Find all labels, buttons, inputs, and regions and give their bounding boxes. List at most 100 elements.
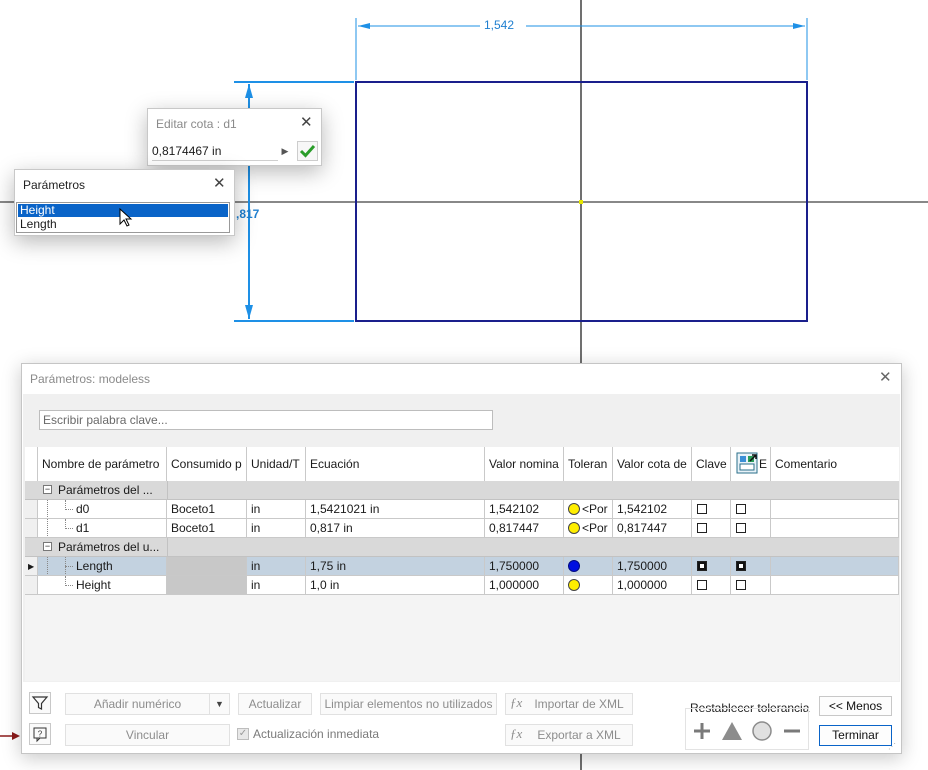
group-label: Parámetros del u... xyxy=(58,540,160,554)
comment-cell[interactable] xyxy=(771,519,899,538)
tolerance-upper-button[interactable] xyxy=(690,719,714,743)
close-icon[interactable]: ✕ xyxy=(879,370,892,385)
collapse-icon[interactable]: − xyxy=(43,542,52,551)
key-checkbox[interactable] xyxy=(697,523,707,533)
unit-cell[interactable]: in xyxy=(247,576,306,595)
plus-icon xyxy=(694,723,710,739)
table-row[interactable]: d0 Boceto1 in 1,5421021 in 1,542102 <Por… xyxy=(25,500,899,519)
check-icon xyxy=(299,144,316,158)
search-input[interactable]: Escribir palabra clave... xyxy=(39,410,493,430)
nominal-value-cell: 0,817447 xyxy=(485,519,564,538)
table-row-selected[interactable]: ▶ Length in 1,75 in 1,750000 1,750000 xyxy=(25,557,899,576)
accept-button[interactable] xyxy=(297,141,318,161)
edit-dimension-popup: Editar cota : d1 ✕ 0,8174467 in ▶ xyxy=(147,108,322,166)
key-checkbox[interactable] xyxy=(697,504,707,514)
tolerance-nominal-icon[interactable] xyxy=(568,522,580,534)
param-name-cell[interactable]: Length xyxy=(38,557,167,576)
key-checkbox[interactable] xyxy=(697,580,707,590)
expand-arrow-icon[interactable]: ▶ xyxy=(278,143,292,160)
tolerance-nominal-icon[interactable] xyxy=(568,579,580,591)
model-value-cell: 0,817447 xyxy=(613,519,692,538)
marker-arrow-head xyxy=(12,732,20,740)
column-header-unit[interactable]: Unidad/T xyxy=(247,447,306,481)
tolerance-lower-button[interactable] xyxy=(780,719,804,743)
equation-cell[interactable]: 1,0 in xyxy=(306,576,485,595)
chevron-down-icon: ▼ xyxy=(215,699,224,709)
tolerance-upper-icon[interactable] xyxy=(568,560,580,572)
export-parameter-icon xyxy=(736,452,758,474)
unit-cell[interactable]: in xyxy=(247,519,306,538)
group-row-user-params[interactable]: − Parámetros del u... xyxy=(25,538,899,557)
equation-cell[interactable]: 1,75 in xyxy=(306,557,485,576)
table-row[interactable]: Height in 1,0 in 1,000000 1,000000 xyxy=(25,576,899,595)
add-numeric-dropdown[interactable]: ▼ xyxy=(209,693,230,715)
filter-button[interactable] xyxy=(29,692,51,714)
tolerance-nominal-button[interactable] xyxy=(750,719,774,743)
sketch-center-point[interactable] xyxy=(579,200,583,204)
dialog-content-panel: Escribir palabra clave... Nombre de pará… xyxy=(23,394,900,682)
comment-cell[interactable] xyxy=(771,576,899,595)
group-row-model-params[interactable]: − Parámetros del ... xyxy=(25,481,899,500)
export-checkbox[interactable] xyxy=(736,580,746,590)
circle-icon xyxy=(752,721,772,741)
comment-cell[interactable] xyxy=(771,500,899,519)
mouse-cursor-icon xyxy=(119,208,133,227)
column-header-tolerance[interactable]: Toleran xyxy=(564,447,613,481)
resize-grip-icon[interactable]: ⋰ xyxy=(888,742,896,751)
equation-cell[interactable]: 0,817 in xyxy=(306,519,485,538)
nominal-value-cell: 1,750000 xyxy=(485,557,564,576)
add-numeric-button[interactable]: Añadir numérico xyxy=(65,693,210,715)
table-row[interactable]: d1 Boceto1 in 0,817 in 0,817447 <Por 0,8… xyxy=(25,519,899,538)
help-icon: ? xyxy=(33,727,47,743)
close-icon[interactable]: ✕ xyxy=(213,176,226,191)
dimension-value-input[interactable]: 0,8174467 in xyxy=(152,143,278,161)
function-icon: ƒx xyxy=(510,726,523,741)
column-header-consumed[interactable]: Consumido p xyxy=(167,447,247,481)
done-button[interactable]: Terminar xyxy=(819,725,892,746)
link-button[interactable]: Vincular xyxy=(65,724,230,746)
export-xml-button[interactable]: Exportar a XML xyxy=(505,724,633,746)
key-checkbox-checked[interactable] xyxy=(697,561,707,571)
dimension-arrow-top xyxy=(245,84,253,98)
unit-cell[interactable]: in xyxy=(247,500,306,519)
update-button[interactable]: Actualizar xyxy=(238,693,312,715)
group-divider xyxy=(167,481,168,499)
nominal-value-cell: 1,542102 xyxy=(485,500,564,519)
column-header-comment[interactable]: Comentario xyxy=(771,447,899,481)
export-checkbox[interactable] xyxy=(736,504,746,514)
column-header-nominal[interactable]: Valor nomina xyxy=(485,447,564,481)
export-checkbox[interactable] xyxy=(736,523,746,533)
column-header-model-value[interactable]: Valor cota de xyxy=(613,447,692,481)
column-header-name[interactable]: Nombre de parámetro xyxy=(38,447,167,481)
row-header[interactable] xyxy=(25,500,38,519)
immediate-update-label: Actualización inmediata xyxy=(253,727,380,741)
row-header[interactable] xyxy=(25,576,38,595)
unit-cell[interactable]: in xyxy=(247,557,306,576)
param-name-cell[interactable]: d1 xyxy=(38,519,167,538)
collapse-icon[interactable]: − xyxy=(43,485,52,494)
export-checkbox-checked[interactable] xyxy=(736,561,746,571)
tolerance-nominal-icon[interactable] xyxy=(568,503,580,515)
param-name-cell[interactable]: Height xyxy=(38,576,167,595)
immediate-update-checkbox[interactable]: ✓ xyxy=(237,728,249,740)
help-button[interactable]: ? xyxy=(29,723,51,745)
dimension-value-horizontal[interactable]: 1,542 xyxy=(484,18,514,32)
tolerance-median-button[interactable] xyxy=(720,719,744,743)
purge-unused-button[interactable]: Limpiar elementos no utilizados xyxy=(320,693,497,715)
column-header-key[interactable]: Clave xyxy=(692,447,731,481)
equation-cell[interactable]: 1,5421021 in xyxy=(306,500,485,519)
row-header[interactable] xyxy=(25,519,38,538)
model-value-cell: 1,000000 xyxy=(613,576,692,595)
import-xml-button[interactable]: Importar de XML xyxy=(505,693,633,715)
less-button[interactable]: << Menos xyxy=(819,696,892,716)
parameter-grid: Nombre de parámetro Consumido p Unidad/T… xyxy=(25,447,899,681)
close-icon[interactable]: ✕ xyxy=(300,115,313,130)
comment-cell[interactable] xyxy=(771,557,899,576)
nominal-value-cell: 1,000000 xyxy=(485,576,564,595)
model-value-cell: 1,750000 xyxy=(613,557,692,576)
column-header-equation[interactable]: Ecuación xyxy=(306,447,485,481)
param-name-cell[interactable]: d0 xyxy=(38,500,167,519)
consumed-cell: Boceto1 xyxy=(167,519,247,538)
dimension-value-vertical[interactable]: ,817 xyxy=(236,207,259,221)
parameters-dialog: Parámetros: modeless ✕ Escribir palabra … xyxy=(21,363,902,754)
